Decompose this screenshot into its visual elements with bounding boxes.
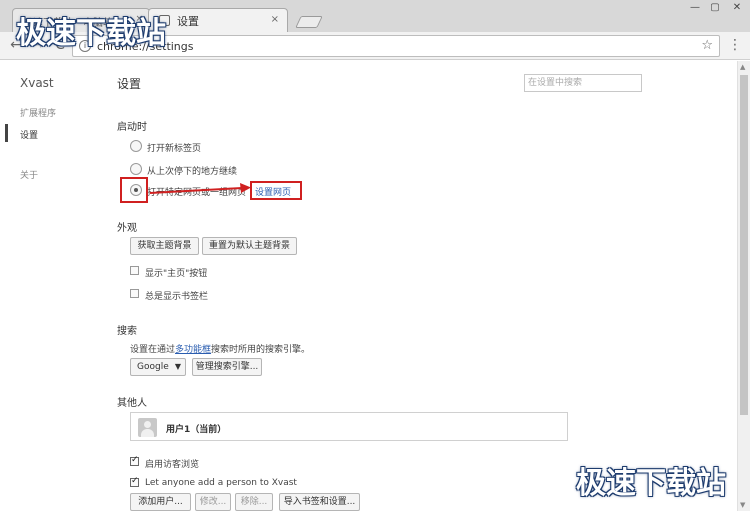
manage-search-engines-button[interactable]: 管理搜索引擎... [192, 358, 262, 376]
people-section-title: 其他人 [117, 398, 147, 409]
search-engine-select[interactable]: Google ▼ [130, 358, 186, 376]
close-window-button[interactable]: ✕ [725, 0, 749, 16]
address-bar[interactable]: i chrome://settings ☆ [72, 35, 720, 57]
highlight-box-radio [120, 177, 148, 203]
page-scrollbar[interactable]: ▲ ▼ [737, 61, 750, 511]
checkbox-label: Let anyone add a person to Xvast [145, 478, 297, 488]
settings-search-input[interactable] [524, 74, 642, 92]
get-themes-button[interactable]: 获取主题背景 [130, 237, 199, 255]
dropdown-caret-icon: ▼ [174, 362, 181, 371]
search-engine-value: Google [137, 362, 169, 372]
omnibox-link[interactable]: 多功能框 [175, 345, 211, 355]
watermark-bottom: 极速下载站 [576, 466, 726, 501]
avatar [138, 418, 157, 437]
scroll-thumb[interactable] [740, 75, 748, 415]
sidebar-item-about[interactable]: 关于 [20, 168, 38, 181]
tab-settings[interactable]: 设置 × [148, 8, 288, 32]
appearance-section-title: 外观 [117, 223, 137, 234]
remove-user-button[interactable]: 移除... [235, 493, 273, 511]
watermark-top: 极速下载站 [16, 16, 166, 51]
bookmark-star-icon[interactable]: ☆ [701, 38, 713, 53]
scroll-down-icon[interactable]: ▼ [740, 501, 745, 509]
radio-label: 打开新标签页 [147, 144, 202, 154]
checkbox-label: 启用访客浏览 [145, 460, 200, 470]
radio-button[interactable] [130, 140, 142, 152]
startup-section-title: 启动时 [117, 122, 147, 133]
search-desc-after: 搜索时所用的搜索引擎。 [211, 345, 311, 355]
new-tab-button[interactable] [295, 16, 323, 28]
user-card[interactable]: 用户1（当前） [130, 412, 568, 441]
search-description: 设置在通过多功能框搜索时所用的搜索引擎。 [130, 342, 310, 355]
maximize-button[interactable]: ▢ [703, 0, 727, 16]
highlight-box-link [250, 181, 302, 200]
sidebar-item-settings[interactable]: 设置 [20, 128, 38, 141]
checkbox[interactable] [130, 289, 139, 298]
edit-user-button[interactable]: 修改... [195, 493, 231, 511]
import-bookmarks-button[interactable]: 导入书签和设置... [279, 493, 360, 511]
tab-settings-title: 设置 [177, 15, 199, 28]
checkbox-checked[interactable] [130, 476, 139, 487]
page-title: 设置 [117, 77, 142, 91]
radio-label: 从上次停下的地方继续 [147, 167, 238, 177]
annotation-arrow-icon [149, 183, 251, 194]
reset-theme-button[interactable]: 重置为默认主题背景 [202, 237, 297, 255]
scroll-up-icon[interactable]: ▲ [740, 63, 745, 71]
add-user-button[interactable]: 添加用户... [130, 493, 191, 511]
checkbox[interactable] [130, 266, 139, 275]
search-desc-before: 设置在通过 [130, 345, 176, 355]
sidebar-selected-marker [5, 124, 8, 142]
checkbox-label: 总是显示书签栏 [145, 292, 209, 302]
tab-close-icon[interactable]: × [271, 14, 279, 25]
checkbox-checked[interactable] [130, 455, 139, 466]
radio-button[interactable] [130, 163, 142, 175]
sidebar-brand: Xvast [20, 76, 54, 90]
menu-icon[interactable]: ⋮ [728, 37, 742, 53]
search-section-title: 搜索 [117, 326, 137, 337]
user-name: 用户1（当前） [166, 425, 227, 435]
checkbox-label: 显示"主页"按钮 [145, 269, 208, 279]
sidebar-item-extensions[interactable]: 扩展程序 [20, 106, 56, 119]
